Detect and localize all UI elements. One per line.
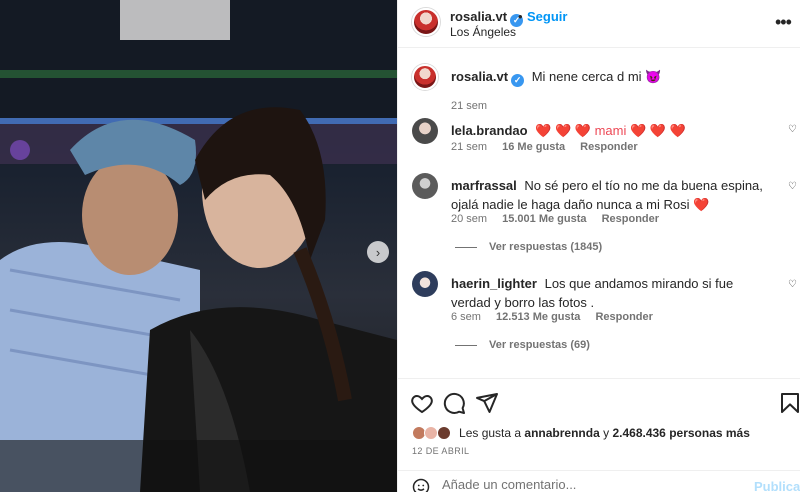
post-date[interactable]: 12 DE ABRIL — [412, 446, 469, 456]
view-replies-button[interactable]: Ver respuestas (69) — [455, 339, 590, 351]
verified-badge-icon: ✓ — [511, 74, 525, 87]
smiley-icon[interactable] — [412, 478, 430, 492]
comment-likes[interactable]: 15.001 Me gusta — [502, 213, 586, 225]
comment-text: lela.brandao ❤️ ❤️ ❤️ mami ❤️ ❤️ ❤️ — [451, 121, 771, 140]
caption-avatar[interactable] — [412, 64, 438, 90]
add-comment-bar: Publicar — [398, 470, 800, 492]
header-separator: • — [518, 9, 523, 24]
comment-text: haerin_lighter Los que andamos mirando s… — [451, 274, 771, 312]
caption-meta: 21 sem — [451, 100, 499, 112]
likes-text: Les gusta a annabrennda y 2.468.436 pers… — [459, 426, 750, 440]
comment-heart-icon[interactable]: ♡ — [788, 124, 797, 135]
commenter-avatar[interactable] — [412, 173, 438, 199]
comment-body: ❤️ ❤️ ❤️ mami ❤️ ❤️ ❤️ — [535, 123, 686, 138]
heart-icon[interactable] — [410, 391, 434, 415]
comment-meta: 21 sem 16 Me gusta Responder — [451, 141, 650, 153]
likes-prefix: Les gusta a — [459, 426, 522, 440]
post-location[interactable]: Los Ángeles — [450, 25, 516, 39]
photo-illustration — [0, 0, 397, 492]
caption-time[interactable]: 21 sem — [451, 100, 487, 112]
commenter-avatar[interactable] — [412, 271, 438, 297]
reply-button[interactable]: Responder — [602, 213, 659, 225]
likes-count-link[interactable]: 2.468.436 personas más — [612, 426, 749, 440]
post-header: rosalia.vt ✓ • Seguir Los Ángeles ••• — [398, 0, 800, 48]
publish-button[interactable]: Publicar — [754, 479, 800, 492]
commenter-avatar[interactable] — [412, 118, 438, 144]
comment-likes[interactable]: 16 Me gusta — [502, 141, 565, 153]
comments-list[interactable]: rosalia.vt ✓ Mi nene cerca d mi 😈 21 sem … — [398, 48, 800, 373]
action-bar — [398, 378, 800, 424]
caption-username[interactable]: rosalia.vt ✓ — [451, 69, 525, 87]
comment-heart-icon[interactable]: ♡ — [788, 181, 797, 192]
view-replies-label[interactable]: Ver respuestas (1845) — [489, 241, 602, 253]
comment-likes[interactable]: 12.513 Me gusta — [496, 311, 580, 323]
comment-username[interactable]: haerin_lighter — [451, 276, 537, 291]
comment-input[interactable] — [442, 477, 742, 492]
post-side-panel: rosalia.vt ✓ • Seguir Los Ángeles ••• ros… — [397, 0, 800, 492]
post-photo[interactable]: › — [0, 0, 397, 492]
paper-plane-icon[interactable] — [475, 391, 499, 415]
caption-body: Mi nene cerca d mi 😈 — [531, 69, 662, 84]
likes-user-link[interactable]: annabrennda — [524, 426, 599, 440]
chevron-right-icon[interactable]: › — [367, 241, 389, 263]
comment-time[interactable]: 6 sem — [451, 311, 481, 323]
view-replies-button[interactable]: Ver respuestas (1845) — [455, 241, 602, 253]
caption-text: rosalia.vt ✓ Mi nene cerca d mi 😈 — [451, 67, 771, 87]
reply-button[interactable]: Responder — [580, 141, 637, 153]
likes-summary: Les gusta a annabrennda y 2.468.436 pers… — [412, 426, 750, 440]
liker-avatar[interactable] — [436, 426, 451, 440]
comment-meta: 20 sem 15.001 Me gusta Responder — [451, 213, 671, 225]
comment-username[interactable]: marfrassal — [451, 178, 517, 193]
follow-button[interactable]: Seguir — [527, 9, 567, 24]
caption-username-text[interactable]: rosalia.vt — [451, 69, 508, 84]
author-username-text[interactable]: rosalia.vt — [450, 9, 507, 24]
more-options-icon[interactable]: ••• — [775, 12, 792, 33]
comment-text: marfrassal No sé pero el tío no me da bu… — [451, 176, 771, 214]
comment-icon[interactable] — [442, 391, 466, 415]
replies-divider — [455, 246, 477, 248]
replies-divider — [455, 344, 477, 346]
comment-meta: 6 sem 12.513 Me gusta Responder — [451, 311, 665, 323]
likes-conjunction: y — [603, 426, 610, 440]
comment-time[interactable]: 20 sem — [451, 213, 487, 225]
view-replies-label[interactable]: Ver respuestas (69) — [489, 339, 590, 351]
bookmark-icon[interactable] — [778, 391, 800, 415]
comment-time[interactable]: 21 sem — [451, 141, 487, 153]
reply-button[interactable]: Responder — [595, 311, 652, 323]
comment-heart-icon[interactable]: ♡ — [788, 279, 797, 290]
author-avatar[interactable] — [412, 8, 440, 36]
comment-username[interactable]: lela.brandao — [451, 123, 528, 138]
